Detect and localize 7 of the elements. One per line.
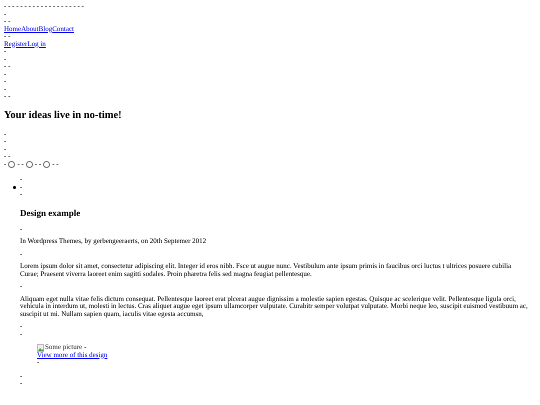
slider-radio[interactable] — [26, 160, 33, 168]
tagline-heading: Your ideas live in no-time! — [4, 110, 123, 122]
post-title: Design example — [20, 208, 82, 218]
bullet-icon — [13, 186, 16, 189]
broken-image-icon — [37, 344, 45, 352]
slider-radio[interactable] — [43, 160, 50, 168]
slider-radio[interactable] — [8, 160, 16, 168]
